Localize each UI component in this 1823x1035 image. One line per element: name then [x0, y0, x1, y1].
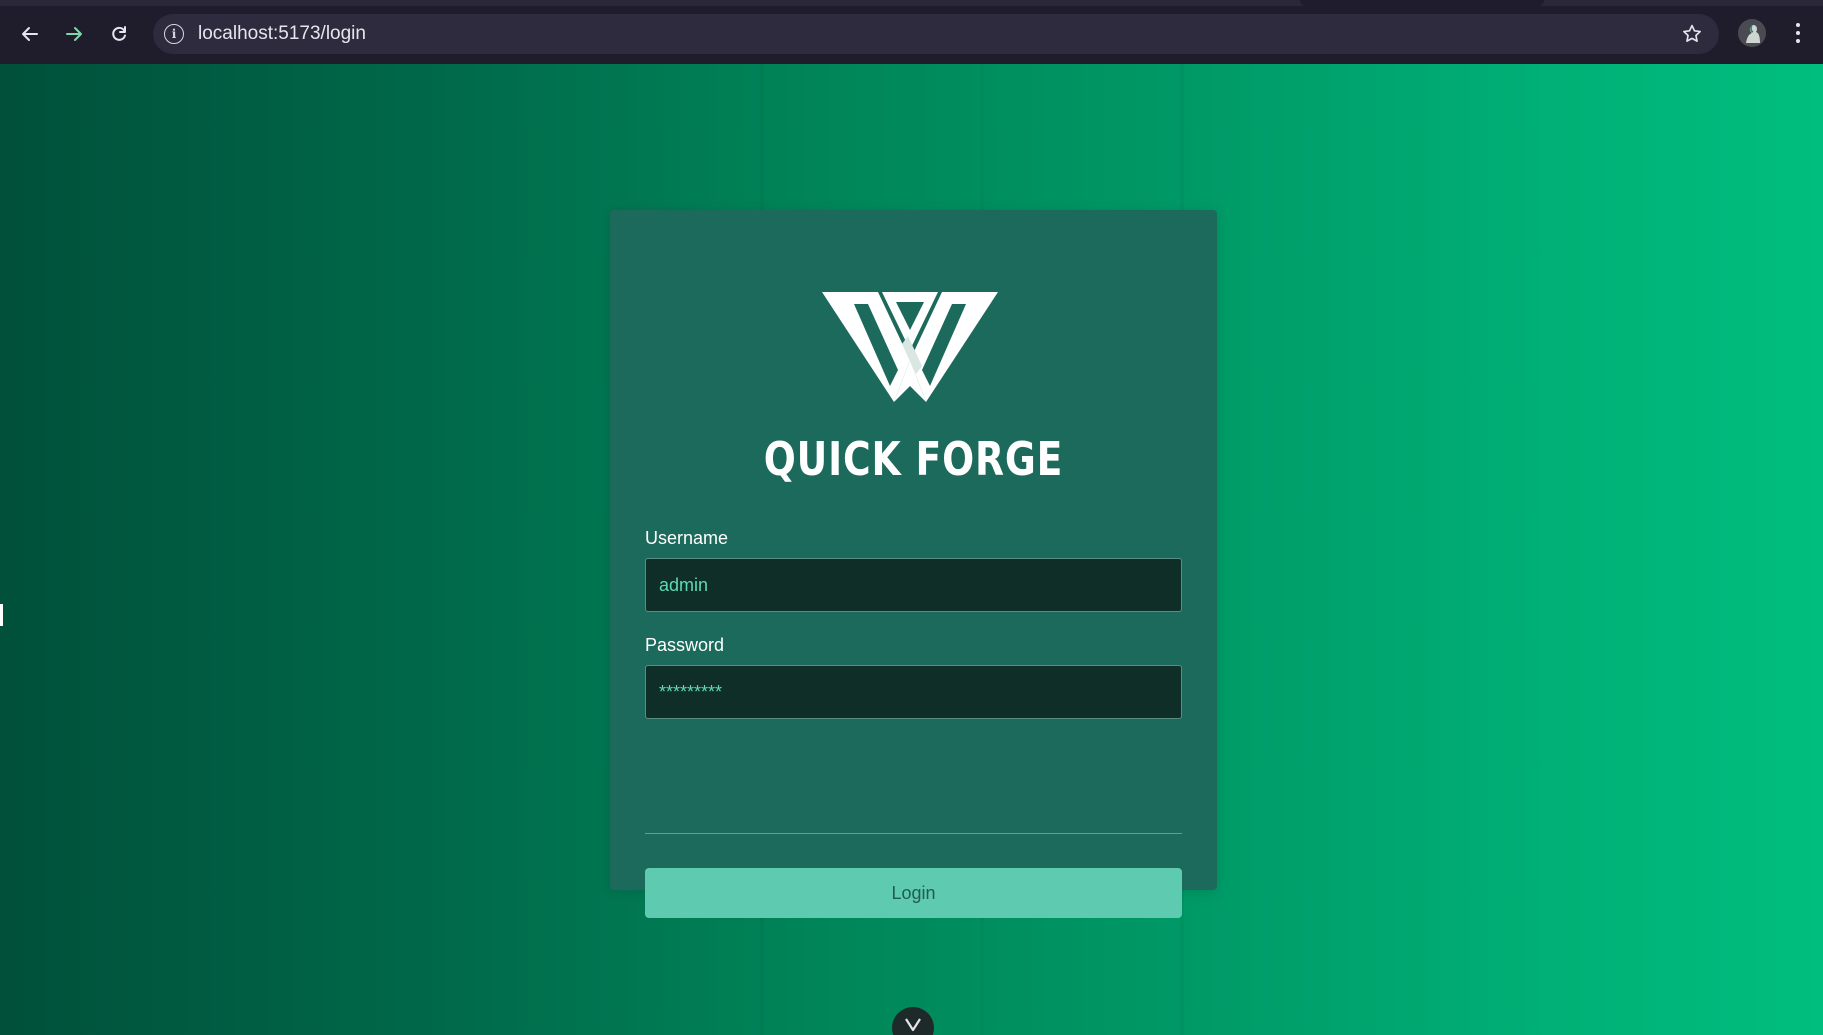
arrow-left-icon [22, 27, 38, 41]
page-background: QUICK FORGE Username Password Login [0, 64, 1823, 1035]
password-label: Password [645, 635, 725, 655]
avatar[interactable] [1738, 19, 1766, 47]
address-bar[interactable]: i localhost:5173/login [153, 14, 1719, 54]
chevron-down-icon [905, 1018, 921, 1032]
login-button[interactable]: Login [645, 868, 1182, 918]
reload-icon [112, 26, 126, 41]
profile-image-icon [1738, 19, 1766, 47]
browser-toolbar: i localhost:5173/login [0, 0, 1823, 64]
brand-title: QUICK FORGE [763, 432, 1064, 486]
active-tab-edge[interactable] [1300, 0, 1544, 6]
username-field[interactable] [645, 558, 1182, 612]
quick-forge-logo [822, 292, 998, 402]
password-field[interactable] [645, 665, 1182, 719]
forward-button[interactable] [57, 17, 91, 51]
devtools-toggle-button[interactable] [892, 1007, 934, 1035]
window-edge-marker [0, 604, 3, 626]
arrow-right-icon [66, 27, 82, 41]
url-text[interactable]: localhost:5173/login [198, 23, 366, 45]
star-icon[interactable] [1681, 23, 1703, 45]
login-card: QUICK FORGE Username Password Login [610, 210, 1217, 918]
username-label: Username [645, 528, 729, 548]
tab-strip [0, 0, 1823, 6]
kebab-menu-icon[interactable] [1785, 20, 1811, 46]
info-icon[interactable]: i [164, 24, 184, 44]
back-button[interactable] [13, 17, 47, 51]
form-divider [645, 833, 1182, 834]
reload-button[interactable] [102, 17, 136, 51]
